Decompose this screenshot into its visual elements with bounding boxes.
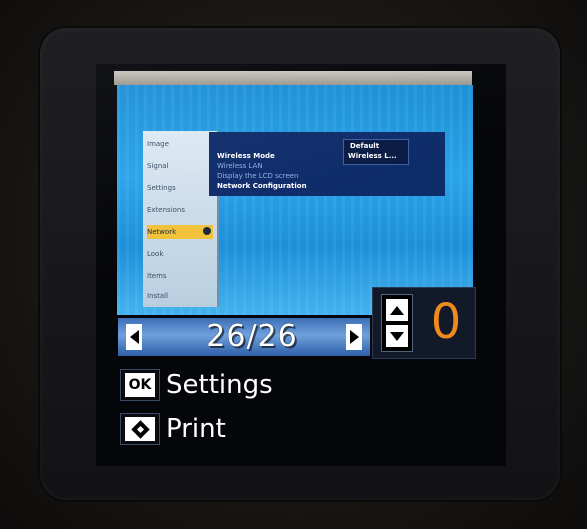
- settings-label: Settings: [166, 370, 273, 400]
- next-photo-button[interactable]: [346, 324, 362, 350]
- preview-top-strip: [114, 71, 472, 85]
- arrow-up-icon: [390, 305, 404, 315]
- preview-sidebar: Image Signal Settings Extensions Network…: [143, 131, 219, 307]
- preview-sidebar-item: Install: [147, 292, 169, 300]
- print-option[interactable]: Print: [120, 412, 226, 446]
- ok-key-icon: OK: [120, 369, 160, 401]
- photo-preview: Image Signal Settings Extensions Network…: [117, 85, 473, 315]
- preview-sidebar-item-label: Network: [147, 228, 177, 236]
- ok-key-label: OK: [125, 373, 155, 397]
- start-key-icon: [120, 413, 160, 445]
- preview-panel-row: Display the LCD screen: [217, 172, 299, 180]
- copies-count: 0: [430, 294, 462, 350]
- copies-stepper: [381, 294, 413, 352]
- preview-settings-panel: Wireless Mode Wireless LAN Display the L…: [209, 132, 445, 196]
- copies-increase-button[interactable]: [386, 299, 408, 321]
- print-label: Print: [166, 414, 226, 444]
- start-key: [125, 417, 155, 441]
- preview-sidebar-item: Image: [147, 140, 169, 148]
- preview-sidebar-item: Signal: [147, 162, 169, 170]
- arrow-right-icon: [349, 330, 359, 344]
- copies-decrease-button[interactable]: [386, 325, 408, 347]
- preview-sidebar-item-selected: Network: [147, 225, 213, 239]
- preview-panel-row: Wireless LAN: [217, 162, 263, 170]
- preview-sidebar-item: Settings: [147, 184, 176, 192]
- photo-counter: 26/26: [206, 319, 298, 354]
- preview-sidebar-item: Extensions: [147, 206, 186, 214]
- preview-value-box: Default Wireless L...: [343, 139, 409, 165]
- settings-option[interactable]: OK Settings: [120, 368, 273, 402]
- arrow-down-icon: [390, 331, 404, 341]
- preview-box-top: Default: [350, 142, 380, 150]
- chevron-right-icon: [203, 227, 211, 235]
- arrow-left-icon: [129, 330, 139, 344]
- preview-panel-row: Wireless Mode: [217, 152, 275, 160]
- preview-sidebar-item: Look: [147, 250, 164, 258]
- preview-panel-row: Network Configuration: [217, 182, 307, 190]
- diamond-start-icon: [130, 419, 150, 439]
- photo-navigation-bar: 26/26: [118, 318, 370, 356]
- previous-photo-button[interactable]: [126, 324, 142, 350]
- preview-box-bottom: Wireless L...: [348, 152, 397, 160]
- copies-control: 0: [372, 287, 476, 359]
- preview-sidebar-item: Items: [147, 272, 167, 280]
